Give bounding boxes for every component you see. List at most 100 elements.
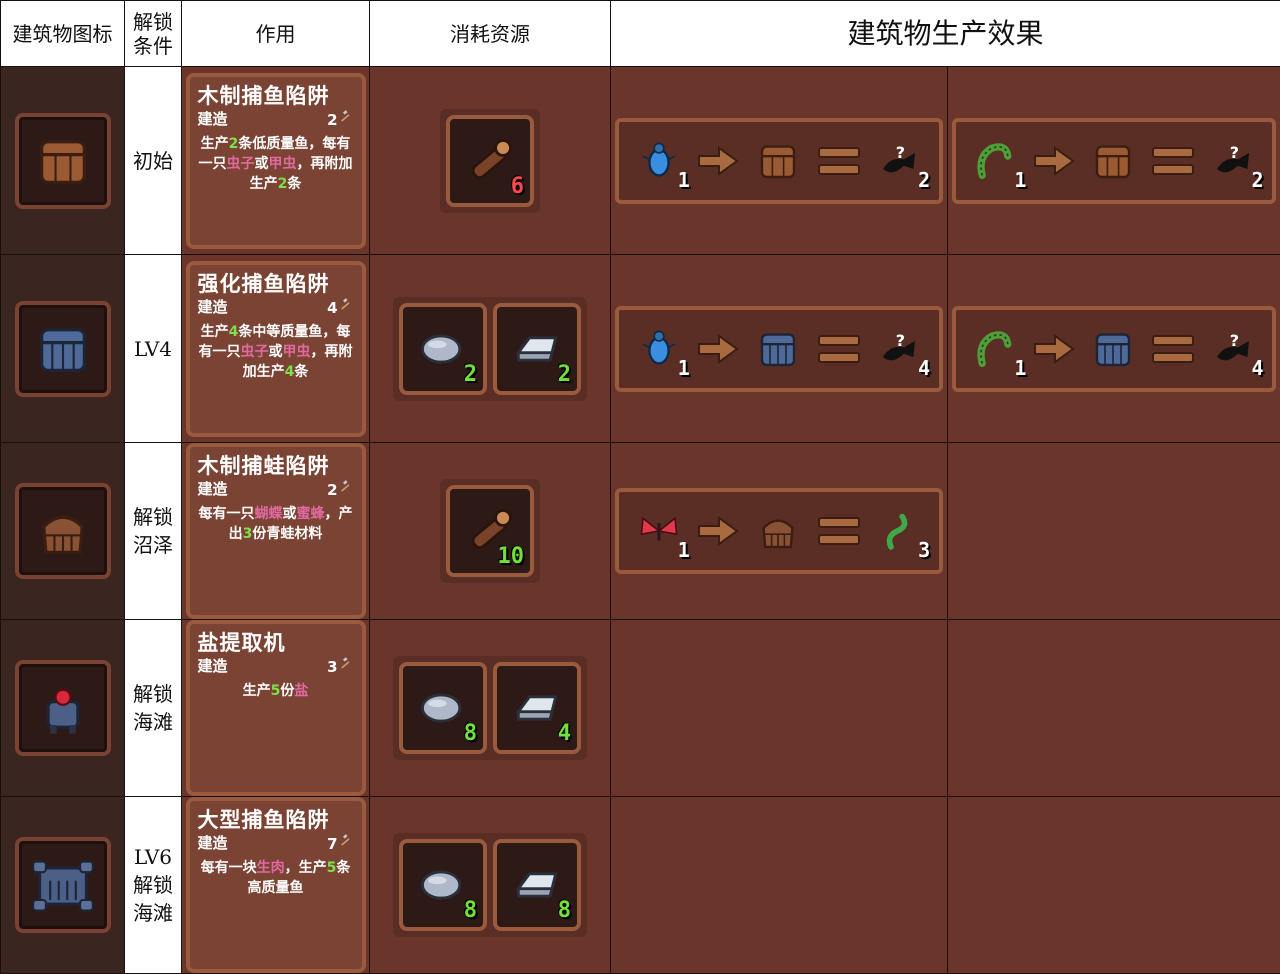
- building-name: 强化捕鱼陷阱: [198, 271, 354, 297]
- desc-part: 虫子: [241, 344, 269, 360]
- svg-text:?: ?: [896, 142, 905, 161]
- wooden-basket-icon: [754, 507, 802, 555]
- wooden-barrel-icon: [754, 137, 802, 185]
- resource-amount: 8: [464, 721, 477, 746]
- equation-input: 1: [634, 324, 684, 374]
- svg-text:?: ?: [896, 330, 905, 349]
- resource-group: 10: [440, 479, 540, 583]
- equation-building: [753, 324, 803, 374]
- arrow-icon: [697, 146, 739, 176]
- effect-cell: [611, 797, 948, 974]
- build-row: 建造 2: [198, 109, 354, 130]
- effect-cell: 1? 4: [611, 255, 948, 443]
- unlock-line: 海滩: [125, 708, 181, 736]
- build-value-text: 2: [327, 111, 337, 129]
- building-icon-cell: [1, 443, 125, 620]
- build-value: 7: [327, 833, 353, 854]
- building-description: 每有一只蝴蝶或蜜蜂，产出3份青蛙材料: [198, 504, 354, 544]
- build-row: 建造3: [198, 656, 354, 677]
- wooden-barrel-icon: [1089, 137, 1137, 185]
- equation-input: 1: [634, 136, 684, 186]
- resource-amount: 6: [511, 174, 524, 199]
- wooden-barrel-icon: [31, 129, 95, 193]
- building-name: 木制捕蛙陷阱: [198, 453, 354, 479]
- output-count: 2: [918, 168, 930, 192]
- build-value-text: 3: [327, 658, 337, 676]
- building-icon: [15, 483, 111, 579]
- unlock-condition: 初始: [125, 67, 182, 255]
- usage-cell: 盐提取机建造3生产5份盐: [182, 620, 370, 797]
- desc-part: 虫子: [227, 156, 255, 172]
- equals-icon: [817, 514, 861, 548]
- hammer-icon: [338, 833, 354, 849]
- build-value: 4: [327, 297, 353, 318]
- effect-cell: 1?2: [611, 67, 948, 255]
- desc-part: 3: [243, 526, 253, 542]
- hammer-icon: [338, 479, 354, 495]
- build-value-text: 2: [327, 481, 337, 499]
- building-icon: [15, 113, 111, 209]
- header-effect: 建筑物生产效果: [611, 1, 1280, 67]
- building-table: 建筑物图标 解锁条件 作用 消耗资源 建筑物生产效果 初始木制捕鱼陷阱建造2生产…: [0, 0, 1280, 974]
- unlock-line: LV6: [125, 843, 181, 871]
- building-card: 大型捕鱼陷阱建造7每有一块生肉，生产5条高质量鱼: [186, 797, 366, 973]
- arrow-icon: [1033, 334, 1075, 364]
- equation-output: ?2: [874, 136, 924, 186]
- equation-output: ?4: [1208, 324, 1258, 374]
- iron-ingot-icon: [509, 680, 565, 736]
- output-count: 4: [918, 356, 930, 380]
- resource-slot: 4: [493, 662, 581, 754]
- header-unlock: 解锁条件: [125, 1, 182, 67]
- header-usage: 作用: [182, 1, 370, 67]
- desc-part: 每有一只: [199, 506, 255, 522]
- hammer-icon: [338, 656, 354, 672]
- stone-icon: [415, 680, 471, 736]
- effect-cell: [948, 443, 1280, 620]
- log-icon: [462, 133, 518, 189]
- build-value-text: 4: [327, 299, 337, 317]
- resource-group: 88: [393, 833, 587, 937]
- stone-icon: [415, 321, 471, 377]
- desc-part: 生产: [201, 324, 229, 340]
- frog-material-icon: [875, 507, 923, 555]
- building-icon: [15, 837, 111, 933]
- resource-slot: 2: [399, 303, 487, 395]
- building-card: 盐提取机建造3生产5份盐: [186, 620, 366, 796]
- building-name: 盐提取机: [198, 630, 354, 656]
- desc-part: 每有一块: [201, 860, 257, 876]
- unlock-condition: LV6解锁海滩: [125, 797, 182, 974]
- table-row: 初始木制捕鱼陷阱建造2生产2条低质量鱼，每有一只虫子或甲虫，再附加生产2条61?…: [1, 67, 1280, 255]
- desc-part: 或: [255, 156, 269, 172]
- resource-amount: 10: [498, 544, 525, 569]
- cost-cell: 84: [370, 620, 611, 797]
- cost-cell: 22: [370, 255, 611, 443]
- desc-part: 甲虫: [283, 344, 311, 360]
- desc-part: 5: [327, 860, 337, 876]
- building-icon-cell: [1, 620, 125, 797]
- resource-group: 6: [440, 109, 540, 213]
- desc-part: 4: [229, 324, 239, 340]
- build-label: 建造: [198, 109, 228, 130]
- production-equation: 1? 4: [615, 306, 943, 392]
- worm-icon: [971, 325, 1019, 373]
- arrow-icon: [697, 516, 739, 546]
- resource-amount: 2: [558, 362, 571, 387]
- building-card: 木制捕蛙陷阱建造2每有一只蝴蝶或蜜蜂，产出3份青蛙材料: [186, 443, 366, 619]
- build-row: 建造4: [198, 297, 354, 318]
- unlock-line: 解锁: [125, 503, 181, 531]
- equation-building: [1088, 324, 1138, 374]
- build-value: 3: [327, 656, 353, 677]
- desc-part: 生肉: [257, 860, 285, 876]
- header-cost: 消耗资源: [370, 1, 611, 67]
- equation-building: [753, 506, 803, 556]
- equation-input: 1: [970, 136, 1020, 186]
- table-row: 解锁海滩盐提取机建造3生产5份盐84: [1, 620, 1280, 797]
- effect-cell: [948, 620, 1280, 797]
- resource-amount: 8: [558, 898, 571, 923]
- input-count: 1: [678, 356, 690, 380]
- effect-cell: 1?2: [948, 67, 1280, 255]
- beetle-icon: [635, 325, 683, 373]
- building-icon: [15, 301, 111, 397]
- unlock-line: 海滩: [125, 899, 181, 927]
- cost-cell: 88: [370, 797, 611, 974]
